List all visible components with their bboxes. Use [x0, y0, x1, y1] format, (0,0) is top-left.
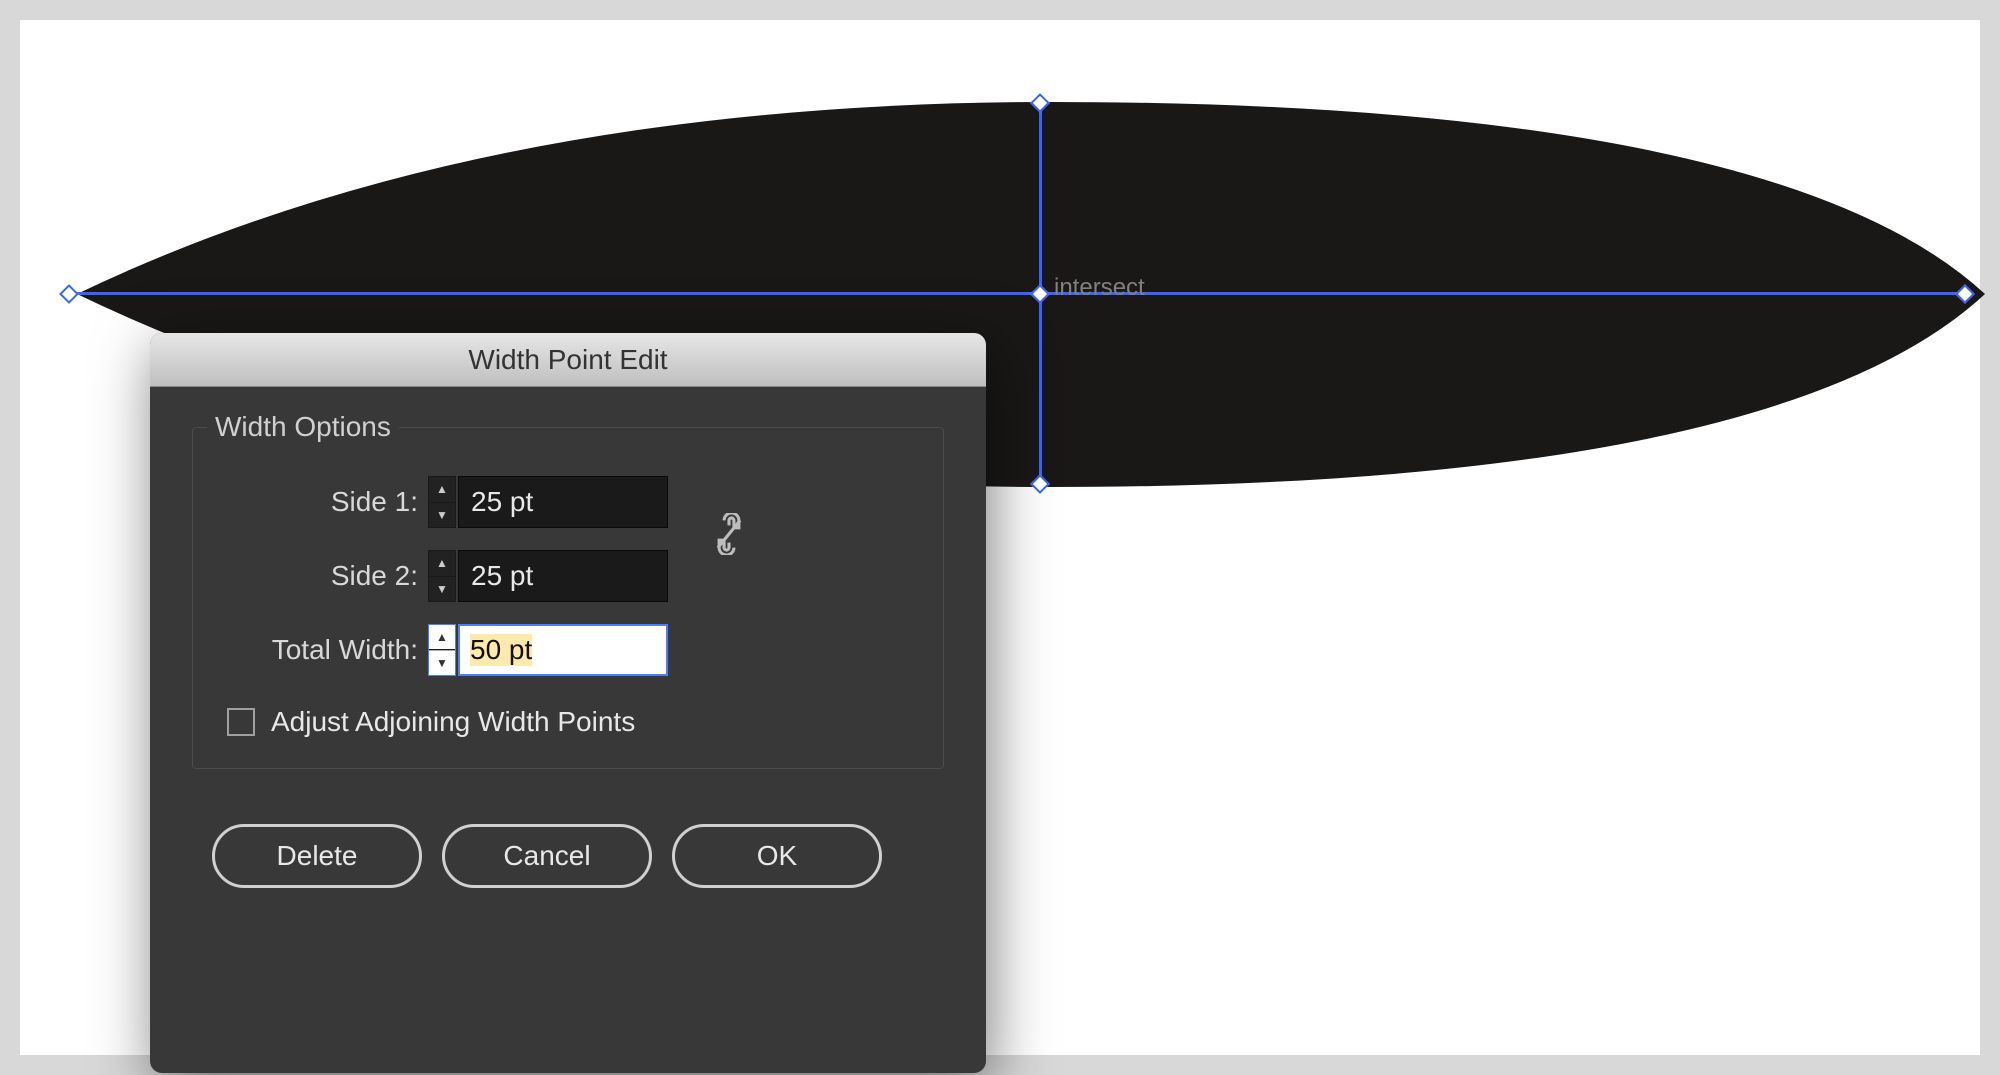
width-options-legend: Width Options	[207, 411, 399, 443]
side1-label: Side 1:	[223, 486, 428, 518]
side2-label: Side 2:	[223, 560, 428, 592]
width-point-edit-dialog: Width Point Edit Width Options Side 1: ▲…	[150, 333, 986, 1073]
adjust-adjoining-checkbox[interactable]	[227, 708, 255, 736]
intersect-hint-label: intersect	[1054, 274, 1145, 302]
adjust-adjoining-label: Adjust Adjoining Width Points	[271, 706, 635, 738]
total-width-stepper[interactable]: ▲ ▼	[428, 624, 456, 676]
total-width-label: Total Width:	[223, 634, 428, 666]
delete-button[interactable]: Delete	[212, 824, 422, 888]
side2-stepper[interactable]: ▲ ▼	[428, 550, 456, 602]
ok-button[interactable]: OK	[672, 824, 882, 888]
chevron-down-icon[interactable]: ▼	[429, 577, 455, 602]
total-width-input[interactable]: 50 pt	[458, 624, 668, 676]
chevron-up-icon[interactable]: ▲	[429, 477, 455, 503]
anchor-point-left[interactable]	[59, 284, 79, 304]
link-sides-icon[interactable]	[713, 513, 745, 560]
side1-input[interactable]	[458, 476, 668, 528]
side2-input[interactable]	[458, 550, 668, 602]
chevron-up-icon[interactable]: ▲	[429, 625, 455, 650]
chevron-down-icon[interactable]: ▼	[429, 503, 455, 528]
path-spine[interactable]	[68, 292, 1966, 295]
chevron-down-icon[interactable]: ▼	[429, 650, 455, 675]
cancel-button[interactable]: Cancel	[442, 824, 652, 888]
chevron-up-icon[interactable]: ▲	[429, 551, 455, 577]
width-options-group: Width Options Side 1: ▲ ▼	[192, 427, 944, 769]
dialog-title: Width Point Edit	[468, 344, 667, 376]
dialog-titlebar[interactable]: Width Point Edit	[150, 333, 986, 387]
artboard[interactable]: intersect Width Point Edit Width Options…	[20, 20, 1980, 1055]
side1-stepper[interactable]: ▲ ▼	[428, 476, 456, 528]
